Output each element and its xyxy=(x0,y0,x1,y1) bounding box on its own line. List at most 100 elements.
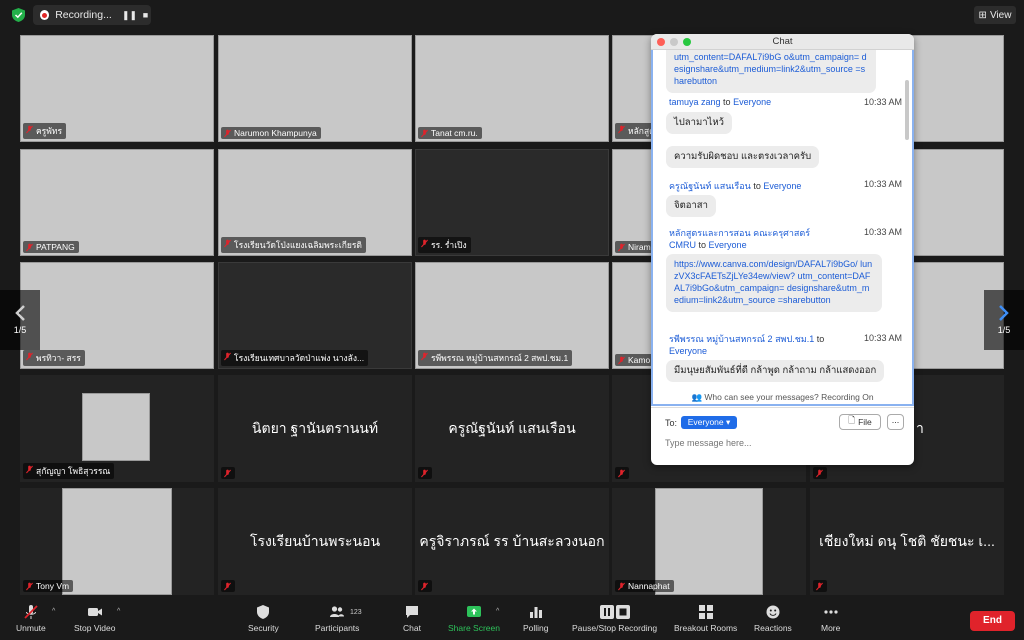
sender-name[interactable]: ครูณัฐนันท์ แสนเรือน xyxy=(669,181,751,191)
message-time: 10:33 AM xyxy=(863,97,902,107)
minimize-window-button[interactable] xyxy=(670,38,678,46)
end-meeting-button[interactable]: End xyxy=(970,611,1015,631)
previous-page-button[interactable]: 1/5 xyxy=(0,290,40,350)
message-bubble: มีมนุษยสัมพันธ์ที่ดี กล้าพูด กล้าถาม กล้… xyxy=(666,360,885,382)
participant-name: Nannaphat xyxy=(615,580,674,592)
chat-button[interactable]: Chat xyxy=(403,604,421,633)
message-bubble: จิตอาสา xyxy=(666,195,716,217)
participant-display-name: โรงเรียนบ้านพระนอน xyxy=(249,532,381,549)
participant-name: รร. ร่ำเปิง xyxy=(418,237,471,253)
more-button[interactable]: More xyxy=(821,604,840,633)
video-tile[interactable]: ครูพัทร xyxy=(20,35,214,142)
participants-icon xyxy=(330,606,345,617)
bar-chart-icon xyxy=(529,607,542,618)
more-dots-icon xyxy=(824,610,838,614)
zoom-window-button[interactable] xyxy=(683,38,691,46)
emoji-icon xyxy=(766,605,780,619)
participant-name: Narumon Khampunya xyxy=(221,127,321,139)
sender-name[interactable]: รพีพรรณ หมู่บ้านสหกรณ์ 2 สพป.ชม.1 xyxy=(669,334,814,344)
breakout-rooms-button[interactable]: Breakout Rooms xyxy=(674,604,737,633)
participant-name: สุกัญญา โพธิสุวรรณ xyxy=(23,463,115,479)
microphone-muted-icon xyxy=(816,469,823,478)
participant-video xyxy=(20,149,214,256)
video-tile[interactable]: สุกัญญา โพธิสุวรรณ xyxy=(20,375,214,482)
security-button[interactable]: Security xyxy=(248,604,279,633)
breakout-rooms-icon xyxy=(698,605,713,619)
to-label: to xyxy=(753,181,761,191)
to-label: To: xyxy=(665,418,678,428)
video-tile[interactable]: Narumon Khampunya xyxy=(218,35,412,142)
message-header: รพีพรรณ หมู่บ้านสหกรณ์ 2 สพป.ชม.1 to Eve… xyxy=(669,333,839,357)
message-link[interactable]: utm_content=DAFAL7i9bG o&utm_campaign= d… xyxy=(674,52,867,86)
chat-scrollbar[interactable] xyxy=(905,80,909,140)
close-window-button[interactable] xyxy=(657,38,665,46)
chat-message-input[interactable] xyxy=(665,436,901,450)
video-tile[interactable]: โรงเรียนบ้านพระนอน xyxy=(218,488,412,595)
view-button[interactable]: ⊞ View xyxy=(974,6,1016,24)
video-options-caret[interactable]: ^ xyxy=(117,608,120,615)
video-tile[interactable]: โรงเรียนเทศบาลวัดป่าแพ่ง นางลัง... xyxy=(218,262,412,369)
message-bubble: utm_content=DAFAL7i9bG o&utm_campaign= d… xyxy=(666,50,876,93)
microphone-muted-icon xyxy=(618,356,625,365)
microphone-muted-icon xyxy=(224,469,231,478)
pause-stop-recording-button[interactable]: Pause/Stop Recording xyxy=(572,604,657,633)
file-button[interactable]: 🗋 File xyxy=(839,414,881,430)
share-options-caret[interactable]: ^ xyxy=(496,608,499,615)
audio-options-caret[interactable]: ^ xyxy=(52,608,55,615)
muted-indicator xyxy=(418,580,432,592)
pause-recording-button[interactable]: ❚❚ xyxy=(122,10,137,21)
profile-photo xyxy=(62,488,172,595)
reactions-button[interactable]: Reactions xyxy=(754,604,792,633)
participant-name: พรทิวา- สรร xyxy=(23,350,85,366)
next-page-button[interactable]: 1/5 xyxy=(984,290,1024,350)
chat-messages[interactable]: utm_content=DAFAL7i9bG o&utm_campaign= d… xyxy=(651,50,914,406)
chat-visibility-note[interactable]: 👥 Who can see your messages? Recording O… xyxy=(651,392,914,403)
participant-name: โรงเรียนเทศบาลวัดป่าแพ่ง นางลัง... xyxy=(221,350,369,366)
video-tile[interactable]: PATPANG xyxy=(20,149,214,256)
to-label: to xyxy=(723,97,731,107)
zoom-meeting-window: Recording... ❚❚ ■ ⊞ View ครูพัทร Narumon… xyxy=(0,0,1024,640)
participant-name: โรงเรียนวัดโป่งแยงเฉลิมพระเกียรติ xyxy=(221,237,366,253)
unmute-label: Unmute xyxy=(16,623,46,633)
share-screen-button[interactable]: Share Screen xyxy=(448,604,500,633)
chat-more-button[interactable]: ... xyxy=(887,414,904,430)
sender-name[interactable]: tamuya zang xyxy=(669,97,721,107)
recipient-dropdown[interactable]: Everyone ▾ xyxy=(681,416,737,429)
video-tile[interactable]: Nannaphat xyxy=(612,488,806,595)
microphone-muted-icon xyxy=(618,125,625,134)
muted-indicator xyxy=(615,467,629,479)
stop-video-button[interactable]: Stop Video xyxy=(74,604,115,633)
to-label: to xyxy=(698,240,707,250)
video-tile[interactable]: พรทิวา- สรร xyxy=(20,262,214,369)
polling-label: Polling xyxy=(523,623,549,633)
video-tile[interactable]: รร. ร่ำเปิง xyxy=(415,149,609,256)
participants-label: Participants xyxy=(315,623,360,633)
microphone-muted-icon xyxy=(224,239,231,248)
muted-indicator xyxy=(221,580,235,592)
chat-bubble-icon xyxy=(405,606,418,618)
chat-title: Chat xyxy=(772,36,793,47)
unmute-button[interactable]: Unmute xyxy=(16,604,46,633)
stop-recording-button[interactable]: ■ xyxy=(140,10,151,20)
video-tile[interactable]: Tony Vm xyxy=(20,488,214,595)
video-tile[interactable]: โรงเรียนวัดโป่งแยงเฉลิมพระเกียรติ xyxy=(218,149,412,256)
video-tile[interactable]: ครูจิราภรณ์ รร บ้านสะลวงนอก xyxy=(415,488,609,595)
message-bubble: https://www.canva.com/design/DAFAL7i9bGo… xyxy=(666,254,882,312)
recording-label: Recording... xyxy=(55,9,112,21)
polling-button[interactable]: Polling xyxy=(523,604,549,633)
video-tile[interactable]: ครูณัฐนันท์ แสนเรือน xyxy=(415,375,609,482)
message-bubble: ไปลามาไหว้ xyxy=(666,112,732,134)
shield-icon[interactable] xyxy=(12,8,25,22)
participant-video xyxy=(218,35,412,142)
message-link[interactable]: https://www.canva.com/design/DAFAL7i9bGo… xyxy=(674,259,872,305)
participant-display-name: เชียงใหม่ ดนุ โชติ ชัยชนะ เ... xyxy=(819,532,995,549)
video-tile[interactable]: นิตยา ฐานันตรานนท์ xyxy=(218,375,412,482)
muted-indicator xyxy=(813,467,827,479)
page-indicator: 1/5 xyxy=(13,325,27,335)
microphone-muted-icon xyxy=(816,582,823,591)
microphone-muted-icon xyxy=(26,243,33,252)
video-tile[interactable]: เชียงใหม่ ดนุ โชติ ชัยชนะ เ... xyxy=(810,488,1004,595)
video-tile[interactable]: รพีพรรณ หมู่บ้านสหกรณ์ 2 สพป.ชม.1 xyxy=(415,262,609,369)
microphone-muted-icon xyxy=(421,352,428,361)
video-tile[interactable]: Tanat cm.ru. xyxy=(415,35,609,142)
